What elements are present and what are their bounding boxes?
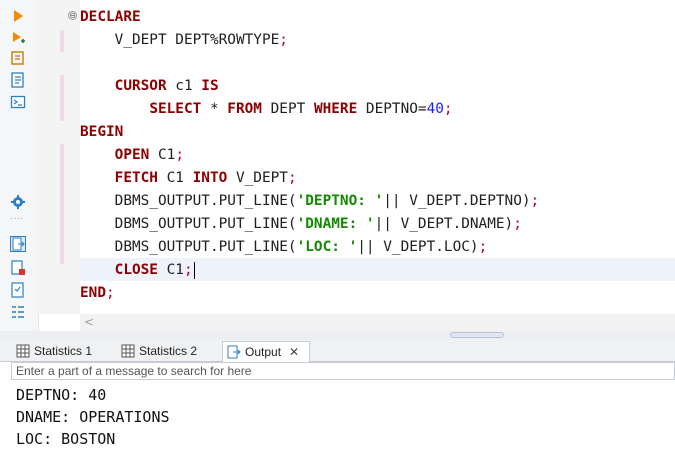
sql-keyword: SELECT bbox=[149, 101, 202, 117]
code-line: OPEN C1; bbox=[80, 144, 184, 167]
sql-keyword: IS bbox=[201, 78, 219, 94]
code-token: ; bbox=[106, 285, 115, 301]
code-token: ; bbox=[530, 193, 540, 209]
run-script-icon[interactable] bbox=[10, 30, 26, 46]
sql-keyword: INTO bbox=[192, 170, 228, 186]
splitter-grip[interactable] bbox=[450, 332, 504, 338]
code-line: DBMS_OUTPUT.PUT_LINE('DNAME: '|| V_DEPT.… bbox=[80, 213, 522, 236]
sql-keyword: BEGIN bbox=[80, 124, 124, 140]
string-literal: 'LOC: ' bbox=[296, 239, 358, 255]
settings-icon[interactable] bbox=[10, 194, 26, 210]
code-token: ; bbox=[287, 170, 297, 186]
code-token: DEPTNO= bbox=[357, 101, 427, 117]
code-token: V_DEPT bbox=[227, 170, 288, 186]
results-icon[interactable] bbox=[10, 282, 26, 298]
code-token: || V_DEPT.LOC) bbox=[357, 239, 479, 255]
code-token: * bbox=[201, 101, 228, 117]
code-line: END; bbox=[80, 282, 115, 305]
change-marker bbox=[60, 30, 64, 52]
console-icon[interactable] bbox=[10, 94, 26, 110]
code-token: ; bbox=[443, 101, 453, 117]
sql-keyword: OPEN bbox=[114, 147, 150, 163]
code-line: DBMS_OUTPUT.PUT_LINE('DEPTNO: '|| V_DEPT… bbox=[80, 190, 540, 213]
code-token: ; bbox=[279, 32, 288, 48]
code-line: DBMS_OUTPUT.PUT_LINE('LOC: '|| V_DEPT.LO… bbox=[80, 236, 488, 259]
close-tab-icon[interactable]: ✕ bbox=[289, 345, 299, 359]
code-token: V_DEPT DEPT%ROWTYPE bbox=[80, 32, 280, 48]
code-line: DECLARE bbox=[80, 6, 141, 29]
code-token: C1 bbox=[157, 170, 193, 186]
change-marker bbox=[60, 144, 64, 264]
code-line: CURSOR c1 IS bbox=[80, 75, 219, 98]
explain-plan-icon[interactable] bbox=[10, 50, 26, 66]
tab-label: Output bbox=[245, 345, 282, 359]
tab-statistics-1[interactable]: Statistics 1 bbox=[12, 341, 112, 361]
code-token: ; bbox=[175, 147, 184, 163]
sql-keyword: CURSOR bbox=[114, 78, 167, 94]
horizontal-scrollbar[interactable]: < bbox=[80, 314, 675, 331]
fold-toggle-icon[interactable]: ⊖ bbox=[68, 11, 77, 20]
code-token: c1 bbox=[166, 78, 202, 94]
code-token: DBMS_OUTPUT.PUT_LINE( bbox=[80, 193, 297, 209]
export-icon[interactable] bbox=[10, 260, 26, 276]
code-line: CLOSE C1; bbox=[80, 259, 195, 282]
change-marker bbox=[60, 75, 64, 121]
sql-keyword: FROM bbox=[227, 101, 262, 117]
tab-statistics-2[interactable]: Statistics 2 bbox=[117, 341, 220, 361]
tab-label: Statistics 1 bbox=[34, 344, 93, 358]
grid-icon bbox=[16, 344, 30, 358]
outline-icon[interactable] bbox=[10, 304, 26, 320]
code-token: DBMS_OUTPUT.PUT_LINE( bbox=[80, 239, 297, 255]
string-literal: 'DNAME: ' bbox=[296, 216, 375, 232]
panel-splitter[interactable] bbox=[0, 331, 675, 339]
code-token: DBMS_OUTPUT.PUT_LINE( bbox=[80, 216, 297, 232]
sql-keyword: END bbox=[80, 285, 106, 301]
code-line: SELECT * FROM DEPT WHERE DEPTNO=40; bbox=[80, 98, 453, 121]
output-panel: DEPTNO: 40 DNAME: OPERATIONS LOC: BOSTON bbox=[0, 380, 675, 454]
code-line: FETCH C1 INTO V_DEPT; bbox=[80, 167, 297, 190]
tab-output[interactable]: Output ✕ bbox=[222, 341, 310, 362]
code-token: ; bbox=[183, 262, 193, 278]
output-icon bbox=[227, 345, 241, 359]
code-line: BEGIN bbox=[80, 121, 123, 144]
number-literal: 40 bbox=[426, 101, 444, 117]
load-script-icon[interactable] bbox=[10, 72, 26, 88]
grid-icon bbox=[121, 344, 135, 358]
result-tabs: Statistics 1 Statistics 2 Output ✕ bbox=[0, 339, 675, 362]
sql-keyword: WHERE bbox=[313, 101, 358, 117]
string-literal: 'DEPTNO: ' bbox=[296, 193, 384, 209]
run-statement-icon[interactable] bbox=[10, 8, 26, 24]
sql-keyword: FETCH bbox=[114, 170, 158, 186]
output-line: LOC: BOSTON bbox=[16, 430, 116, 448]
output-panel-icon[interactable] bbox=[10, 236, 26, 252]
code-token: || V_DEPT.DEPTNO) bbox=[383, 193, 531, 209]
scroll-left-icon[interactable]: < bbox=[84, 315, 94, 329]
output-search-input[interactable] bbox=[11, 362, 675, 380]
code-token: ; bbox=[478, 239, 488, 255]
tab-label: Statistics 2 bbox=[139, 344, 198, 358]
line-gutter bbox=[38, 0, 80, 314]
code-token: || V_DEPT.DNAME) bbox=[374, 216, 514, 232]
code-token: C1 bbox=[157, 262, 184, 278]
text-caret bbox=[193, 261, 195, 279]
left-toolbar: ···· bbox=[0, 0, 39, 332]
code-line: V_DEPT DEPT%ROWTYPE; bbox=[80, 29, 288, 52]
code-token: ; bbox=[513, 216, 522, 232]
sql-keyword: CLOSE bbox=[114, 262, 158, 278]
separator-dots-icon: ···· bbox=[10, 213, 24, 224]
output-line: DNAME: OPERATIONS bbox=[16, 408, 170, 426]
output-line: DEPTNO: 40 bbox=[16, 386, 107, 404]
code-token: DEPT bbox=[261, 101, 314, 117]
code-token: C1 bbox=[149, 147, 176, 163]
sql-keyword: DECLARE bbox=[80, 9, 141, 25]
